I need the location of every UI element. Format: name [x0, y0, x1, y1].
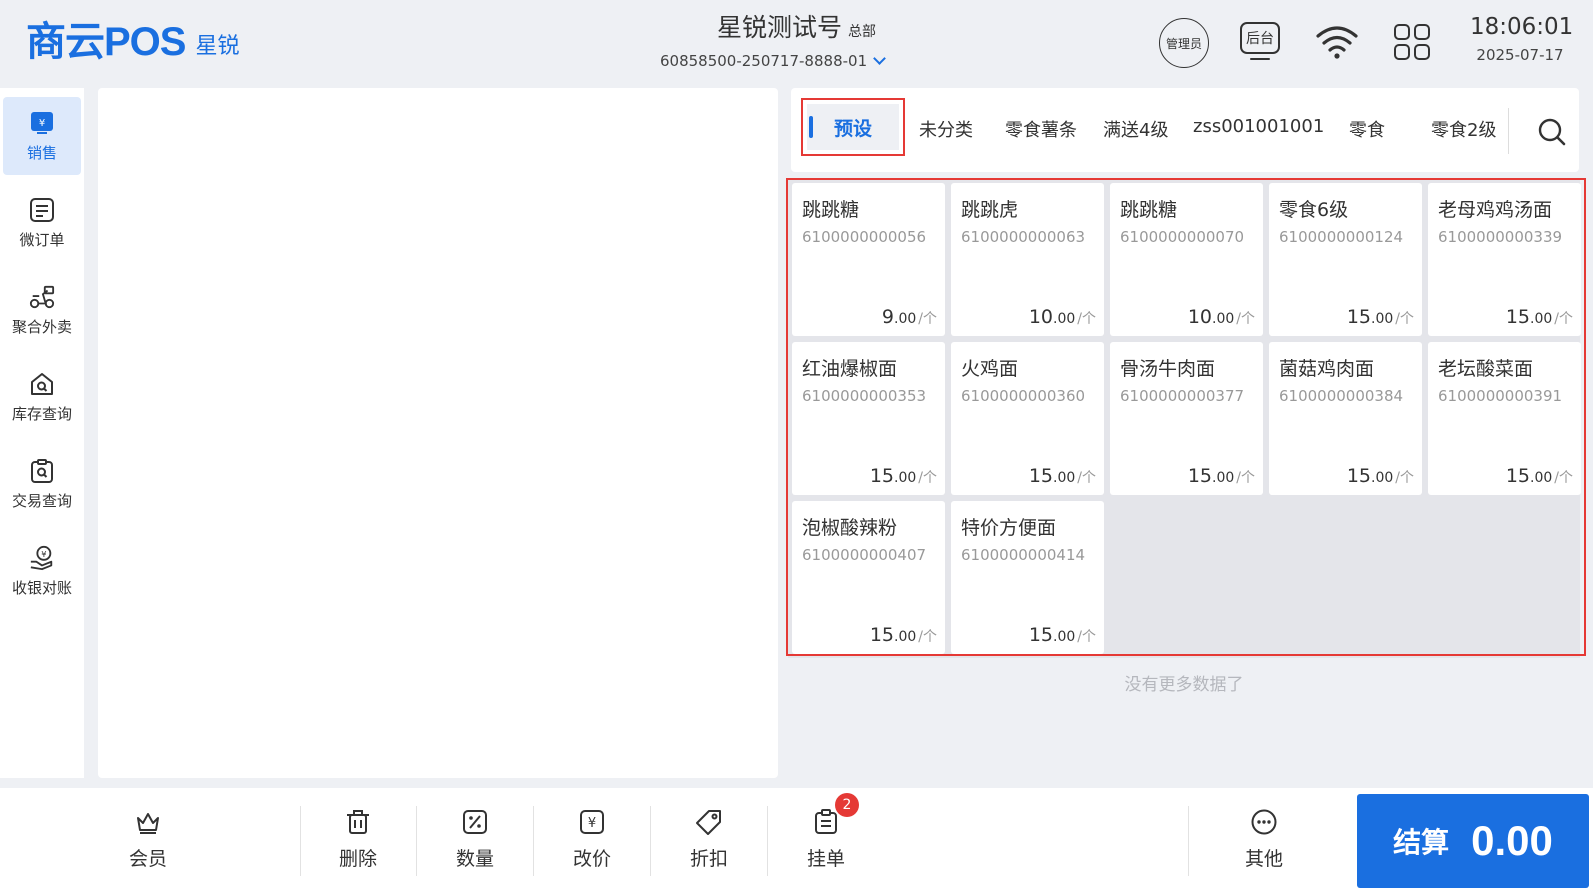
tab-preset[interactable]: 预设	[801, 98, 905, 156]
hold-order-badge: 2	[835, 793, 859, 817]
hold-order-button[interactable]: 挂单	[771, 808, 881, 878]
header-bar: 商云POS 星锐 星锐测试号 总部 60858500-250717-8888-01…	[0, 0, 1593, 88]
wifi-icon[interactable]	[1315, 24, 1359, 60]
tag-icon	[695, 808, 723, 836]
sidebar-item-sales[interactable]: ¥ 销售	[3, 97, 81, 175]
store-code-dropdown[interactable]: 60858500-250717-8888-01	[660, 52, 886, 70]
checkout-amount: 0.00	[1471, 817, 1553, 864]
product-grid-highlight	[786, 178, 1586, 656]
other-label: 其他	[1244, 848, 1283, 870]
svg-text:¥: ¥	[39, 118, 45, 129]
inventory-search-icon	[29, 371, 55, 397]
quantity-button[interactable]: 数量	[420, 808, 530, 878]
discount-button[interactable]: 折扣	[654, 808, 764, 878]
search-icon[interactable]	[1536, 116, 1568, 148]
delete-button[interactable]: 删除	[303, 808, 413, 878]
member-label: 会员	[128, 848, 167, 870]
clock: 18:06:01 2025-07-17	[1470, 14, 1574, 64]
change-price-button[interactable]: ¥ 改价	[537, 808, 647, 878]
tab-divider	[1508, 108, 1509, 154]
chevron-down-icon	[873, 52, 886, 65]
svg-text:¥: ¥	[588, 816, 596, 831]
sidebar-item-label: 交易查询	[11, 491, 72, 510]
tab-gift-level4[interactable]: 满送4级	[1103, 116, 1168, 142]
tab-uncategorized[interactable]: 未分类	[919, 116, 973, 142]
backend-button[interactable]: 后台	[1240, 22, 1280, 54]
toolbar-divider	[300, 806, 301, 876]
toolbar-divider	[1188, 806, 1189, 876]
logo-sub-text: 星锐	[195, 34, 240, 59]
svg-text:¥: ¥	[41, 549, 46, 559]
sidebar-item-inventory[interactable]: 库存查询	[3, 358, 81, 436]
quantity-icon	[461, 808, 489, 836]
tab-snacks[interactable]: 零食	[1349, 116, 1385, 142]
sidebar-item-label: 销售	[26, 143, 57, 162]
price-tag-yen-icon: ¥	[578, 808, 606, 836]
store-tag: 总部	[848, 24, 876, 40]
crown-icon	[134, 808, 162, 836]
toolbar-divider	[650, 806, 651, 876]
discount-label: 折扣	[689, 848, 728, 870]
toolbar-divider	[416, 806, 417, 876]
clock-date: 2025-07-17	[1476, 46, 1564, 64]
trash-icon	[344, 808, 372, 836]
more-icon	[1250, 808, 1278, 836]
sidebar-item-reconciliation[interactable]: ¥ 收银对账	[3, 532, 81, 610]
backend-label: 后台	[1246, 31, 1274, 47]
toolbar-divider	[533, 806, 534, 876]
tab-snacks-level2[interactable]: 零食2级	[1431, 116, 1496, 142]
delivery-icon	[29, 284, 55, 310]
admin-label: 管理员	[1165, 36, 1202, 51]
app-logo: 商云POS 星锐	[26, 20, 240, 64]
sidebar-item-micro-order[interactable]: 微订单	[3, 184, 81, 262]
clipboard-icon	[812, 808, 840, 836]
change-price-label: 改价	[572, 848, 611, 870]
quantity-label: 数量	[455, 848, 494, 870]
sidebar-item-label: 库存查询	[11, 404, 72, 423]
sidebar: ¥ 销售 微订单 聚合外卖 库存查询 交易查询 ¥ 收银对账	[0, 88, 84, 778]
sidebar-item-label: 收银对账	[11, 578, 72, 597]
tab-snack-fries[interactable]: 零食薯条	[1005, 116, 1077, 142]
apps-grid-icon[interactable]	[1394, 24, 1430, 60]
hold-order-label: 挂单	[806, 848, 845, 870]
no-more-data-text: 没有更多数据了	[1124, 675, 1244, 695]
category-tabs: 预设 未分类 零食薯条 满送4级 zss001001001 零食 零食2级	[791, 88, 1579, 172]
tab-preset-label: 预设	[807, 104, 899, 150]
tab-zss001001001[interactable]: zss001001001	[1193, 116, 1324, 137]
toolbar-divider	[767, 806, 768, 876]
micro-order-icon	[29, 197, 55, 223]
checkout-button[interactable]: 结算 0.00	[1357, 794, 1589, 888]
sidebar-item-label: 聚合外卖	[11, 317, 72, 336]
sidebar-item-transaction[interactable]: 交易查询	[3, 445, 81, 523]
logo-main-text: 商云POS	[26, 20, 186, 64]
clock-time: 18:06:01	[1470, 14, 1574, 40]
store-name: 星锐测试号	[716, 13, 842, 42]
backend-stand-icon	[1250, 58, 1270, 60]
other-button[interactable]: 其他	[1209, 808, 1319, 878]
sidebar-item-delivery[interactable]: 聚合外卖	[3, 271, 81, 349]
member-button[interactable]: 会员	[93, 808, 203, 878]
checkout-label: 结算	[1393, 826, 1450, 859]
reconciliation-icon: ¥	[29, 545, 55, 571]
delete-label: 删除	[338, 848, 377, 870]
sidebar-item-label: 微订单	[19, 230, 65, 249]
cart-panel	[98, 88, 778, 778]
sales-icon: ¥	[29, 110, 55, 136]
admin-button[interactable]: 管理员	[1159, 18, 1209, 68]
store-code: 60858500-250717-8888-01	[660, 52, 868, 70]
transaction-search-icon	[29, 458, 55, 484]
